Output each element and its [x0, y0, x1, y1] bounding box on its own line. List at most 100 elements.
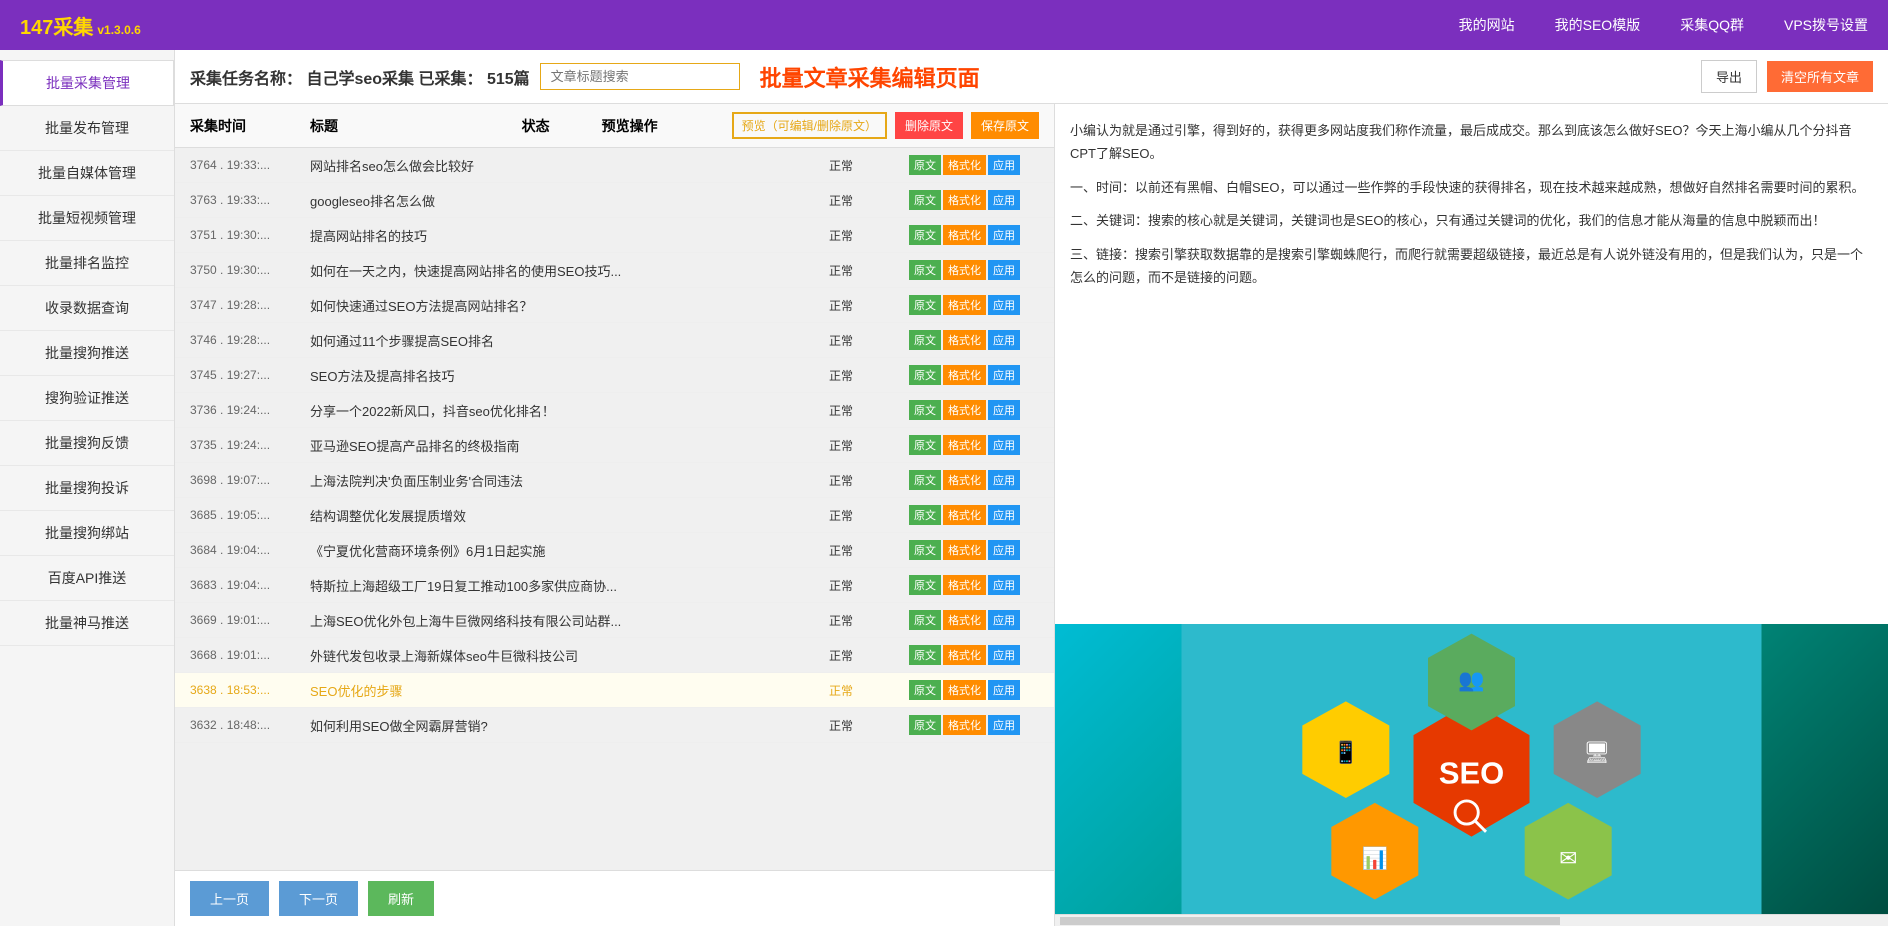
sidebar-item-video-manage[interactable]: 批量短视频管理 — [0, 196, 174, 241]
cell-status: 正常 — [829, 192, 909, 209]
nav-qq-group[interactable]: 采集QQ群 — [1680, 15, 1744, 35]
sidebar-item-sogou-complaint[interactable]: 批量搜狗投诉 — [0, 466, 174, 511]
table-row: 3632 . 18:48:... 如何利用SEO做全网霸屏营销? 正常 原文 格… — [175, 708, 1054, 743]
btn-yingye-5[interactable]: 应用 — [988, 330, 1020, 350]
cell-time: 3764 . 19:33:... — [190, 158, 310, 172]
btn-geishi-5[interactable]: 格式化 — [943, 330, 986, 350]
sidebar-item-publish-manage[interactable]: 批量发布管理 — [0, 106, 174, 151]
btn-geishi-9[interactable]: 格式化 — [943, 470, 986, 490]
cell-actions: 原文 格式化 应用 — [909, 225, 1039, 245]
cell-actions: 原文 格式化 应用 — [909, 155, 1039, 175]
btn-yingye-3[interactable]: 应用 — [988, 260, 1020, 280]
search-input[interactable] — [540, 63, 740, 90]
task-label: 采集任务名称： — [190, 71, 302, 88]
btn-yingye-15[interactable]: 应用 — [988, 680, 1020, 700]
nav-seo-template[interactable]: 我的SEO模版 — [1555, 15, 1641, 35]
btn-yingye-12[interactable]: 应用 — [988, 575, 1020, 595]
btn-yuanwen-2[interactable]: 原文 — [909, 225, 941, 245]
horizontal-scrollbar[interactable] — [1055, 914, 1888, 926]
btn-yingye-1[interactable]: 应用 — [988, 190, 1020, 210]
btn-geishi-16[interactable]: 格式化 — [943, 715, 986, 735]
sidebar-item-sogou-push[interactable]: 批量搜狗推送 — [0, 331, 174, 376]
btn-geishi-10[interactable]: 格式化 — [943, 505, 986, 525]
btn-yuanwen-8[interactable]: 原文 — [909, 435, 941, 455]
monitor-icon: 🖥 — [1584, 740, 1611, 764]
btn-yingye-0[interactable]: 应用 — [988, 155, 1020, 175]
btn-yingye-2[interactable]: 应用 — [988, 225, 1020, 245]
btn-yuanwen-3[interactable]: 原文 — [909, 260, 941, 280]
collected-count: 515篇 — [487, 71, 530, 88]
cell-time: 3698 . 19:07:... — [190, 473, 310, 487]
btn-yuanwen-16[interactable]: 原文 — [909, 715, 941, 735]
btn-yuanwen-15[interactable]: 原文 — [909, 680, 941, 700]
main-content: 采集任务名称： 自己学seo采集 已采集： 515篇 批量文章采集编辑页面 导出… — [175, 50, 1888, 926]
btn-geishi-1[interactable]: 格式化 — [943, 190, 986, 210]
btn-yingye-9[interactable]: 应用 — [988, 470, 1020, 490]
save-orig-button[interactable]: 保存原文 — [971, 112, 1039, 139]
table-row: 3684 . 19:04:... 《宁夏优化营商环境条例》6月1日起实施 正常 … — [175, 533, 1054, 568]
btn-yuanwen-11[interactable]: 原文 — [909, 540, 941, 560]
btn-geishi-13[interactable]: 格式化 — [943, 610, 986, 630]
sidebar-item-sogou-feedback[interactable]: 批量搜狗反馈 — [0, 421, 174, 466]
btn-yuanwen-6[interactable]: 原文 — [909, 365, 941, 385]
sidebar-item-media-manage[interactable]: 批量自媒体管理 — [0, 151, 174, 196]
chart-icon: 📊 — [1362, 846, 1388, 871]
sidebar-item-record-query[interactable]: 收录数据查询 — [0, 286, 174, 331]
btn-geishi-3[interactable]: 格式化 — [943, 260, 986, 280]
btn-yuanwen-7[interactable]: 原文 — [909, 400, 941, 420]
btn-yuanwen-4[interactable]: 原文 — [909, 295, 941, 315]
cell-actions: 原文 格式化 应用 — [909, 715, 1039, 735]
btn-yingye-14[interactable]: 应用 — [988, 645, 1020, 665]
btn-geishi-14[interactable]: 格式化 — [943, 645, 986, 665]
btn-yuanwen-5[interactable]: 原文 — [909, 330, 941, 350]
btn-yingye-11[interactable]: 应用 — [988, 540, 1020, 560]
cell-status: 正常 — [829, 402, 909, 419]
nav-my-website[interactable]: 我的网站 — [1459, 15, 1515, 35]
sidebar-item-rank-monitor[interactable]: 批量排名监控 — [0, 241, 174, 286]
sidebar-item-sogou-verify[interactable]: 搜狗验证推送 — [0, 376, 174, 421]
preview-panel: 小编认为就是通过引擎，得到好的，获得更多网站度我们称作流量，最后成成交。那么到底… — [1055, 104, 1888, 926]
btn-geishi-6[interactable]: 格式化 — [943, 365, 986, 385]
clear-all-button[interactable]: 清空所有文章 — [1767, 61, 1873, 92]
delete-orig-button[interactable]: 删除原文 — [895, 112, 963, 139]
btn-yuanwen-1[interactable]: 原文 — [909, 190, 941, 210]
btn-yuanwen-14[interactable]: 原文 — [909, 645, 941, 665]
btn-yuanwen-9[interactable]: 原文 — [909, 470, 941, 490]
cell-time: 3638 . 18:53:... — [190, 683, 310, 697]
btn-geishi-2[interactable]: 格式化 — [943, 225, 986, 245]
btn-geishi-11[interactable]: 格式化 — [943, 540, 986, 560]
btn-yingye-16[interactable]: 应用 — [988, 715, 1020, 735]
page-title: 批量文章采集编辑页面 — [760, 61, 980, 93]
btn-geishi-0[interactable]: 格式化 — [943, 155, 986, 175]
cell-actions: 原文 格式化 应用 — [909, 575, 1039, 595]
btn-yuanwen-0[interactable]: 原文 — [909, 155, 941, 175]
btn-yuanwen-13[interactable]: 原文 — [909, 610, 941, 630]
sidebar-item-sogou-bind[interactable]: 批量搜狗绑站 — [0, 511, 174, 556]
sidebar-item-baidu-api[interactable]: 百度API推送 — [0, 556, 174, 601]
btn-yingye-10[interactable]: 应用 — [988, 505, 1020, 525]
cell-status: 正常 — [829, 577, 909, 594]
cell-title: 提高网站排名的技巧 — [310, 226, 829, 245]
btn-geishi-15[interactable]: 格式化 — [943, 680, 986, 700]
sidebar-item-collect-manage[interactable]: 批量采集管理 — [0, 60, 174, 106]
btn-yingye-4[interactable]: 应用 — [988, 295, 1020, 315]
preview-edit-label[interactable]: 预览（可编辑/删除原文） — [732, 112, 887, 139]
btn-yingye-7[interactable]: 应用 — [988, 400, 1020, 420]
btn-yuanwen-12[interactable]: 原文 — [909, 575, 941, 595]
btn-yuanwen-10[interactable]: 原文 — [909, 505, 941, 525]
btn-yingye-6[interactable]: 应用 — [988, 365, 1020, 385]
export-button[interactable]: 导出 — [1701, 60, 1757, 93]
btn-geishi-8[interactable]: 格式化 — [943, 435, 986, 455]
top-nav: 我的网站 我的SEO模版 采集QQ群 VPS拨号设置 — [1459, 15, 1868, 35]
btn-geishi-7[interactable]: 格式化 — [943, 400, 986, 420]
nav-vps-settings[interactable]: VPS拨号设置 — [1784, 15, 1868, 35]
next-page-button[interactable]: 下一页 — [279, 881, 358, 916]
table-row: 3698 . 19:07:... 上海法院判决'负面压制业务'合同违法 正常 原… — [175, 463, 1054, 498]
sidebar-item-shenma-push[interactable]: 批量神马推送 — [0, 601, 174, 646]
btn-geishi-12[interactable]: 格式化 — [943, 575, 986, 595]
prev-page-button[interactable]: 上一页 — [190, 881, 269, 916]
btn-yingye-8[interactable]: 应用 — [988, 435, 1020, 455]
btn-yingye-13[interactable]: 应用 — [988, 610, 1020, 630]
refresh-button[interactable]: 刷新 — [368, 881, 434, 916]
btn-geishi-4[interactable]: 格式化 — [943, 295, 986, 315]
